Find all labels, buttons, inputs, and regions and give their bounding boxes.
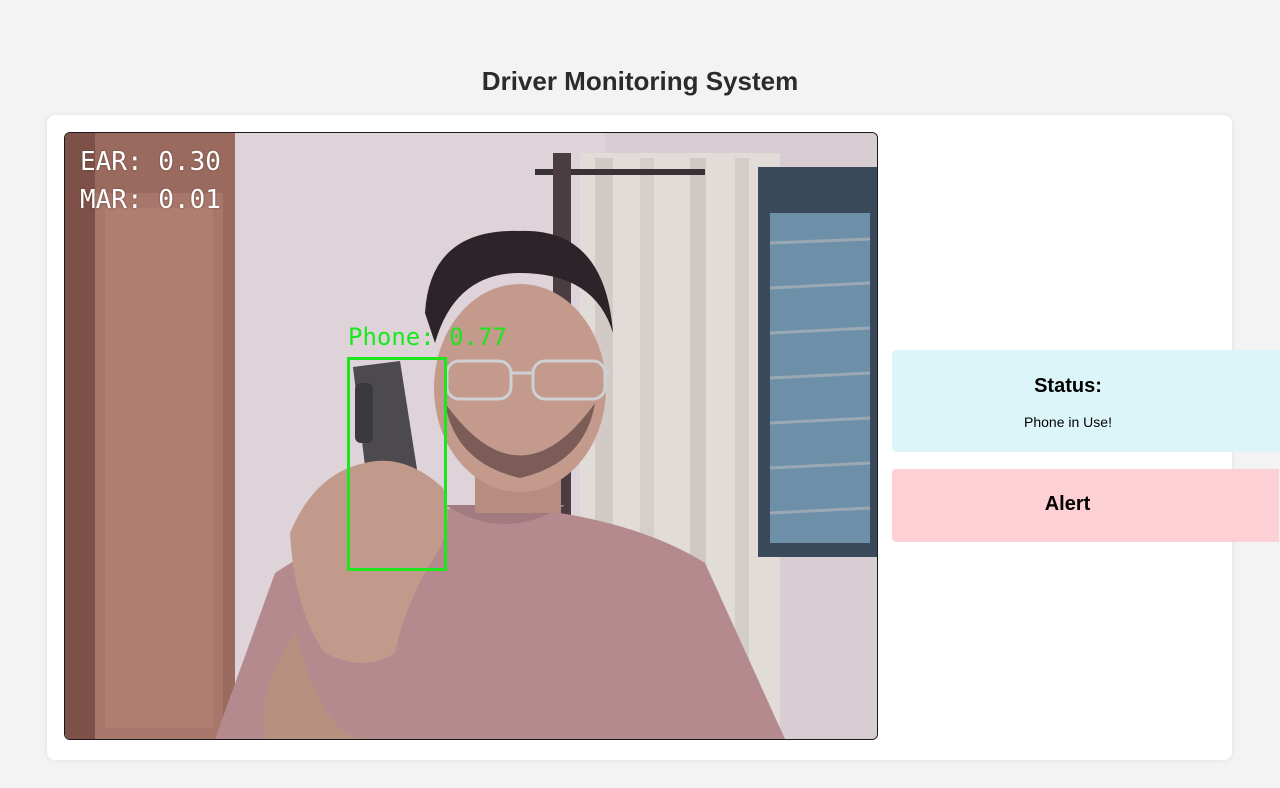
webcam-frame-image bbox=[65, 133, 877, 739]
phone-detection-box bbox=[347, 357, 447, 571]
ear-readout: EAR: 0.30 bbox=[80, 147, 221, 177]
webcam-video-feed: EAR: 0.30 MAR: 0.01 Phone: 0.77 bbox=[64, 132, 878, 740]
alert-title: Alert bbox=[1044, 493, 1091, 515]
status-panel: Status: Phone in Use! bbox=[892, 350, 1280, 452]
phone-detection-label: Phone: 0.77 bbox=[348, 323, 507, 351]
alert-panel: Alert bbox=[892, 469, 1279, 542]
status-message: Phone in Use! bbox=[1024, 414, 1112, 430]
mar-readout: MAR: 0.01 bbox=[80, 185, 221, 215]
status-title: Status: bbox=[1034, 375, 1102, 397]
page-title: Driver Monitoring System bbox=[481, 66, 799, 96]
